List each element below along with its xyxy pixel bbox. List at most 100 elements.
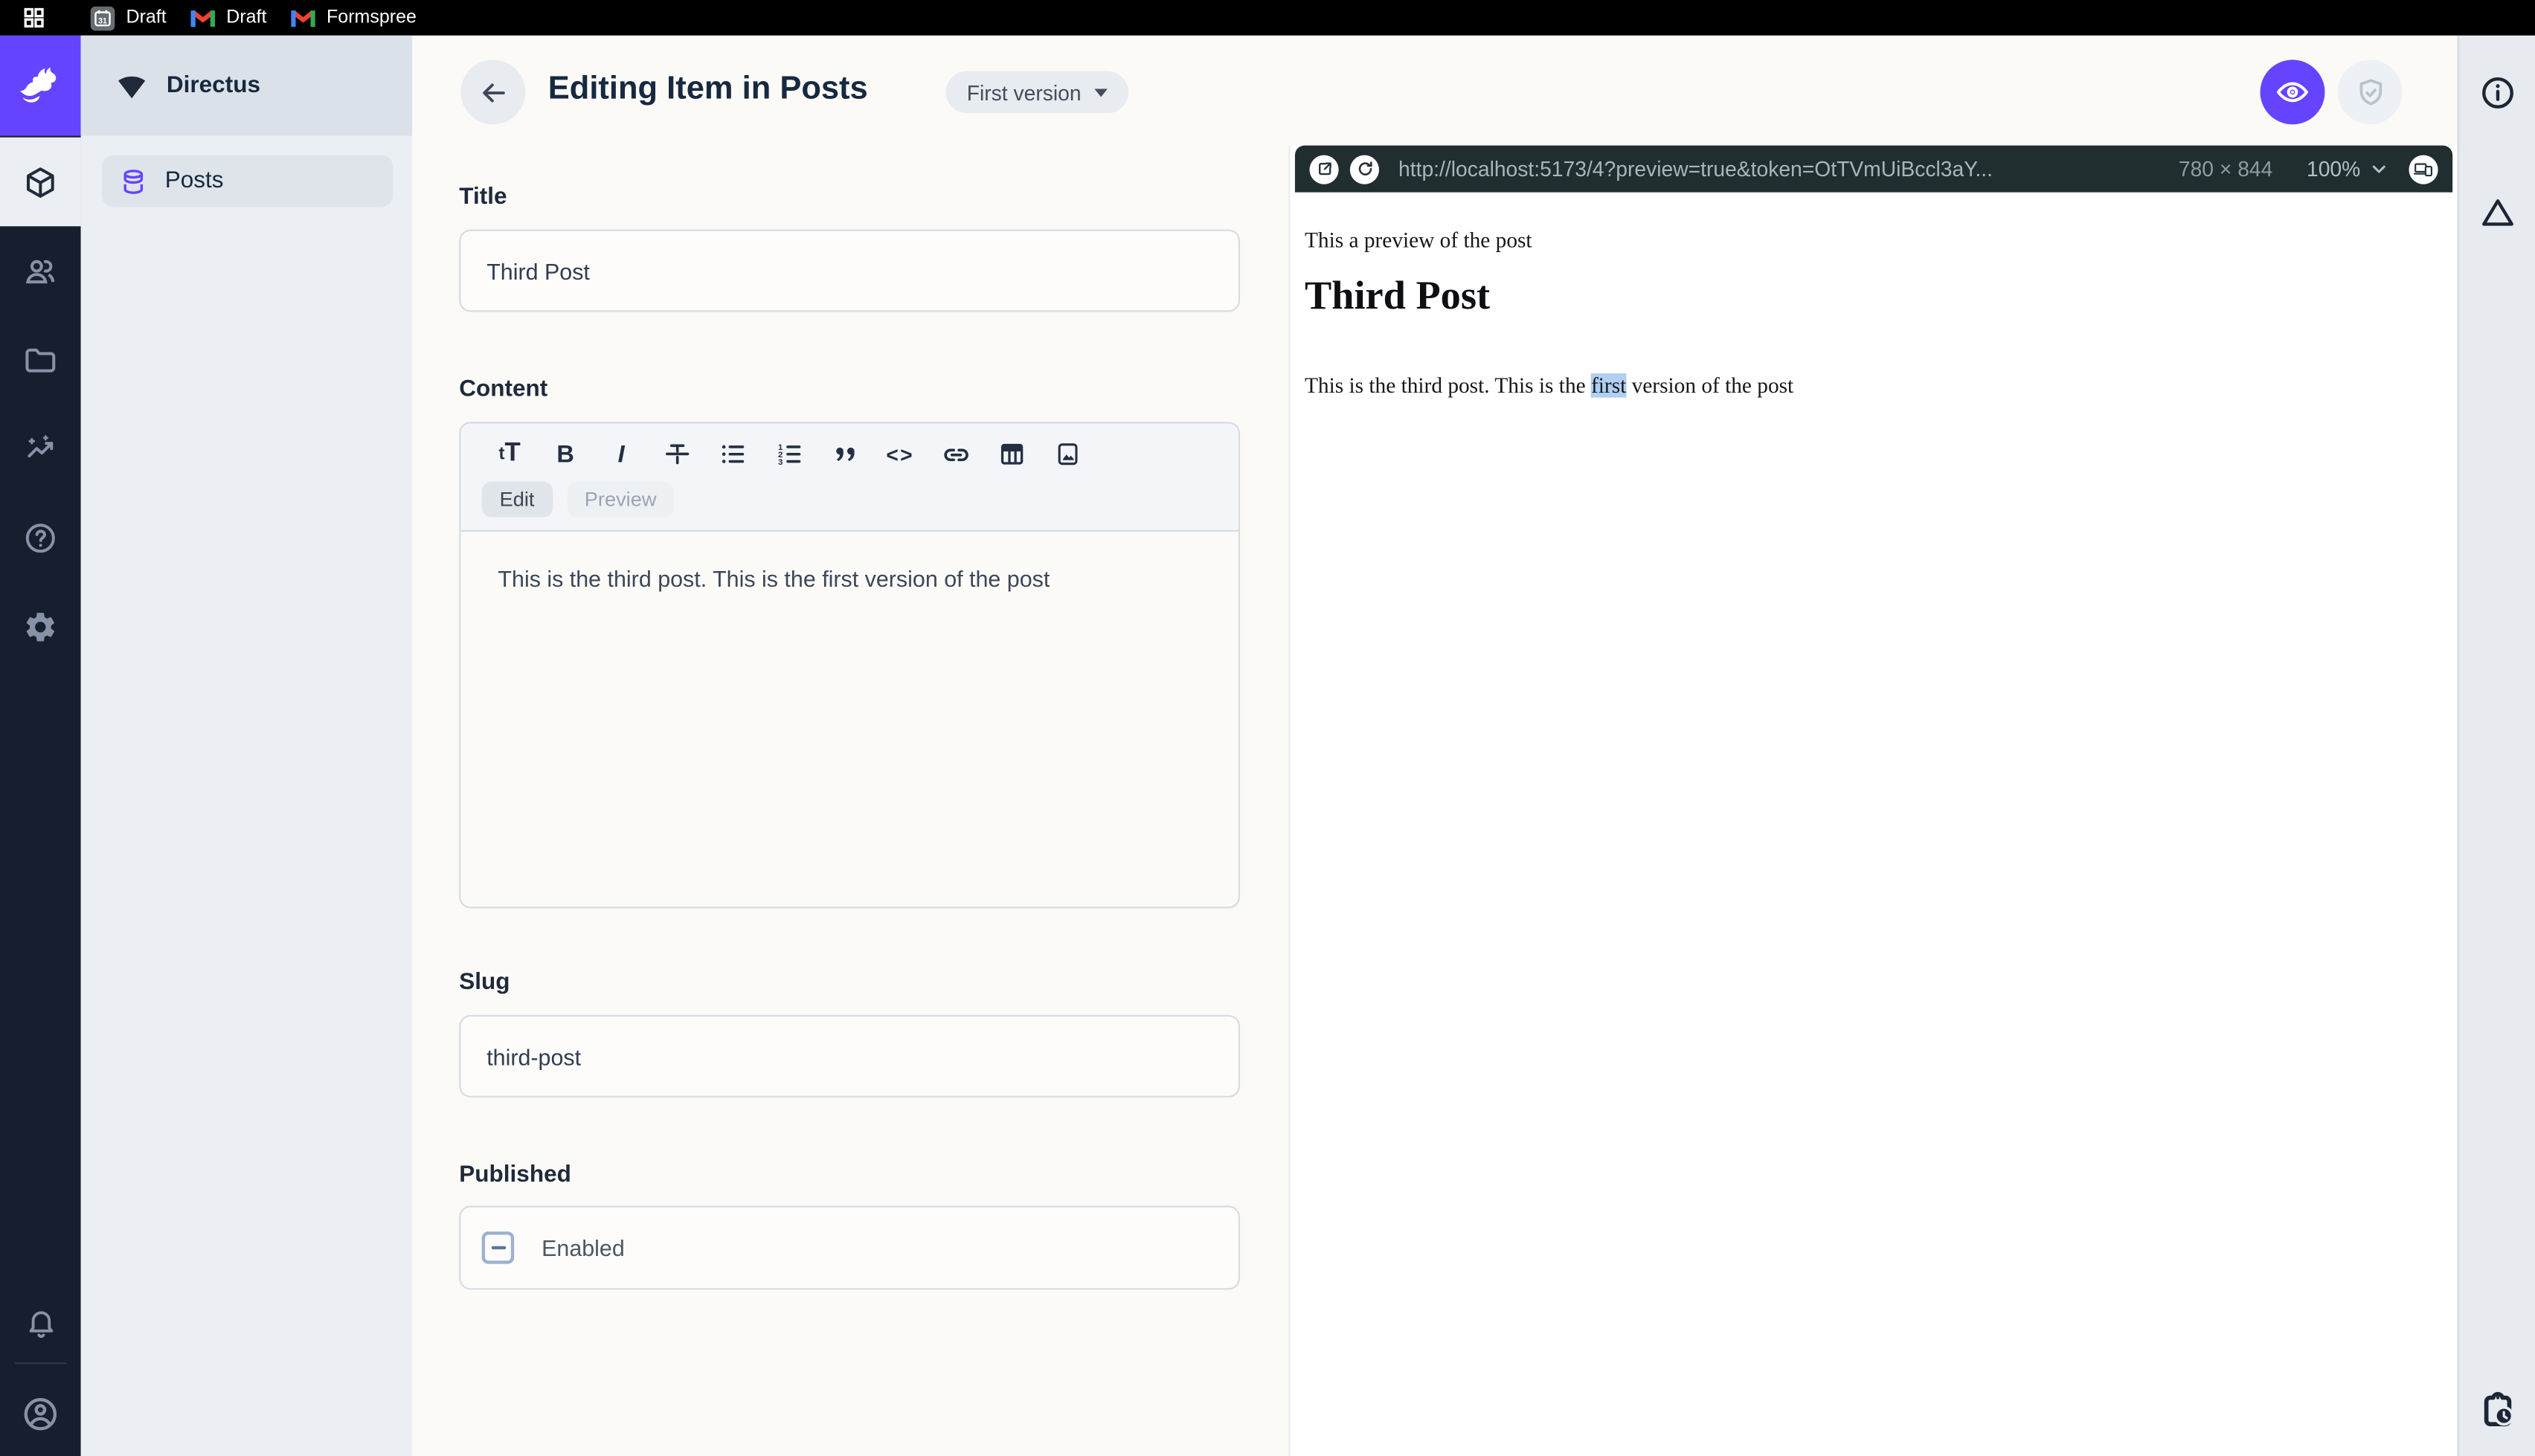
field-label-published: Published <box>459 1162 571 1188</box>
database-icon <box>120 167 147 195</box>
bold-icon[interactable]: B <box>538 438 594 470</box>
arrow-left-icon <box>478 77 508 107</box>
paragraph-after: version of the post <box>1626 373 1794 398</box>
browser-tab-label: Formspree <box>327 7 417 28</box>
content-value: This is the third post. This is the firs… <box>498 565 1050 592</box>
app-window: 31 Draft Draft Formspree Directus Posts … <box>0 0 2535 1456</box>
image-icon[interactable] <box>1040 438 1096 470</box>
project-header[interactable]: Directus <box>80 35 413 136</box>
module-content[interactable] <box>0 137 81 227</box>
module-insights[interactable] <box>0 404 81 493</box>
version-label: First version <box>966 80 1082 105</box>
insights-icon <box>22 431 58 466</box>
project-logo-icon <box>115 71 149 100</box>
help-icon <box>22 520 58 555</box>
directus-rabbit-icon <box>16 65 65 107</box>
calendar-favicon: 31 <box>90 5 115 30</box>
blockquote-icon[interactable] <box>817 438 873 470</box>
preview-intro-text: This a preview of the post <box>1304 228 1532 253</box>
preview-heading: Third Post <box>1304 274 1491 319</box>
field-label-slug: Slug <box>459 970 510 996</box>
tab-preview[interactable]: Preview <box>566 481 675 518</box>
sidebar-item-posts[interactable]: Posts <box>101 155 393 207</box>
browser-tab-label: Draft <box>126 7 167 28</box>
browser-tab-formspree[interactable]: Formspree <box>291 0 417 36</box>
preview-dimensions: 780 × 844 <box>2178 156 2273 181</box>
live-preview-button[interactable] <box>2260 59 2325 125</box>
bell-icon <box>24 1305 58 1339</box>
markdown-editor: tT B I 123 <> Edit Preview This is the t… <box>459 422 1241 909</box>
tab-edit[interactable]: Edit <box>481 481 553 518</box>
sidebar-item-label: Posts <box>164 168 224 194</box>
page-title: Editing Item in Posts <box>547 71 868 107</box>
content-cube-icon <box>22 164 58 200</box>
title-value: Third Post <box>486 257 590 284</box>
info-button[interactable] <box>2478 74 2516 112</box>
browser-tab-draft-2[interactable]: Draft <box>190 0 266 36</box>
table-icon[interactable] <box>984 438 1040 470</box>
back-button[interactable] <box>460 59 526 125</box>
highlighted-word: first <box>1591 373 1627 398</box>
directus-logo-tile[interactable] <box>0 35 81 136</box>
numbered-list-icon[interactable]: 123 <box>761 438 817 470</box>
tab-grid-icon[interactable] <box>22 7 45 29</box>
module-help[interactable] <box>0 493 81 582</box>
strikethrough-icon[interactable] <box>649 438 705 470</box>
revisions-clipboard-button[interactable] <box>2477 1390 2517 1430</box>
preview-panel: http://localhost:5173/4?preview=true&tok… <box>1288 145 2458 1456</box>
open-in-new-button[interactable] <box>1309 154 1339 184</box>
gmail-favicon <box>291 8 315 28</box>
shield-check-icon <box>2353 75 2387 109</box>
bulleted-list-icon[interactable] <box>705 438 761 470</box>
preview-url[interactable]: http://localhost:5173/4?preview=true&tok… <box>1398 157 2162 181</box>
code-icon[interactable]: <> <box>873 438 928 470</box>
published-checkbox-label: Enabled <box>542 1234 625 1261</box>
zoom-value: 100% <box>2306 156 2361 181</box>
content-textarea[interactable]: This is the third post. This is the firs… <box>460 532 1238 592</box>
project-name: Directus <box>166 72 260 99</box>
svg-text:31: 31 <box>98 16 107 25</box>
eye-icon <box>2275 74 2310 110</box>
paragraph-before: This is the third post. This is the <box>1304 373 1592 398</box>
navigation-sidebar: Directus Posts <box>80 35 413 1456</box>
gear-icon <box>22 608 58 644</box>
editor-tabs: Edit Preview <box>481 481 1238 518</box>
browser-tab-draft-1[interactable]: 31 Draft <box>90 0 167 36</box>
slug-input[interactable]: third-post <box>459 1014 1241 1098</box>
module-bar <box>0 35 81 1456</box>
preview-paragraph: This is the third post. This is the firs… <box>1305 373 1793 399</box>
published-toggle[interactable]: Enabled <box>459 1205 1241 1290</box>
browser-tab-bar: 31 Draft Draft Formspree <box>0 0 2535 36</box>
responsive-devices-button[interactable] <box>2409 154 2438 184</box>
editor-toolbar: tT B I 123 <> Edit Preview <box>460 423 1238 532</box>
users-icon <box>22 253 58 289</box>
folder-icon <box>22 342 58 378</box>
right-sidebar <box>2457 35 2535 1456</box>
preview-toolbar: http://localhost:5173/4?preview=true&tok… <box>1294 145 2453 193</box>
user-menu-button[interactable] <box>0 1373 81 1455</box>
chevron-down-icon <box>1093 88 1108 97</box>
title-input[interactable]: Third Post <box>459 229 1241 312</box>
link-icon[interactable] <box>928 438 984 470</box>
field-label-title: Title <box>459 184 507 210</box>
zoom-selector[interactable]: 100% <box>2307 157 2388 181</box>
module-settings[interactable] <box>0 582 81 671</box>
save-shield-button[interactable] <box>2337 59 2403 125</box>
chevron-down-icon <box>2372 165 2385 173</box>
svg-text:3: 3 <box>777 458 782 467</box>
refresh-button[interactable] <box>1349 154 1379 184</box>
module-files[interactable] <box>0 315 81 405</box>
italic-icon[interactable]: I <box>594 438 649 470</box>
slug-value: third-post <box>486 1043 582 1069</box>
gmail-favicon <box>190 8 216 28</box>
user-avatar-icon <box>21 1395 60 1434</box>
browser-tab-label: Draft <box>226 7 267 28</box>
module-users[interactable] <box>0 226 81 315</box>
notifications-button[interactable] <box>0 1282 81 1363</box>
changes-triangle-button[interactable] <box>2478 194 2516 231</box>
text-size-icon[interactable]: tT <box>482 438 538 470</box>
version-selector[interactable]: First version <box>945 71 1128 114</box>
field-label-content: Content <box>459 376 548 403</box>
checkbox-indeterminate-icon[interactable] <box>481 1231 515 1264</box>
module-bar-divider <box>14 1362 67 1365</box>
